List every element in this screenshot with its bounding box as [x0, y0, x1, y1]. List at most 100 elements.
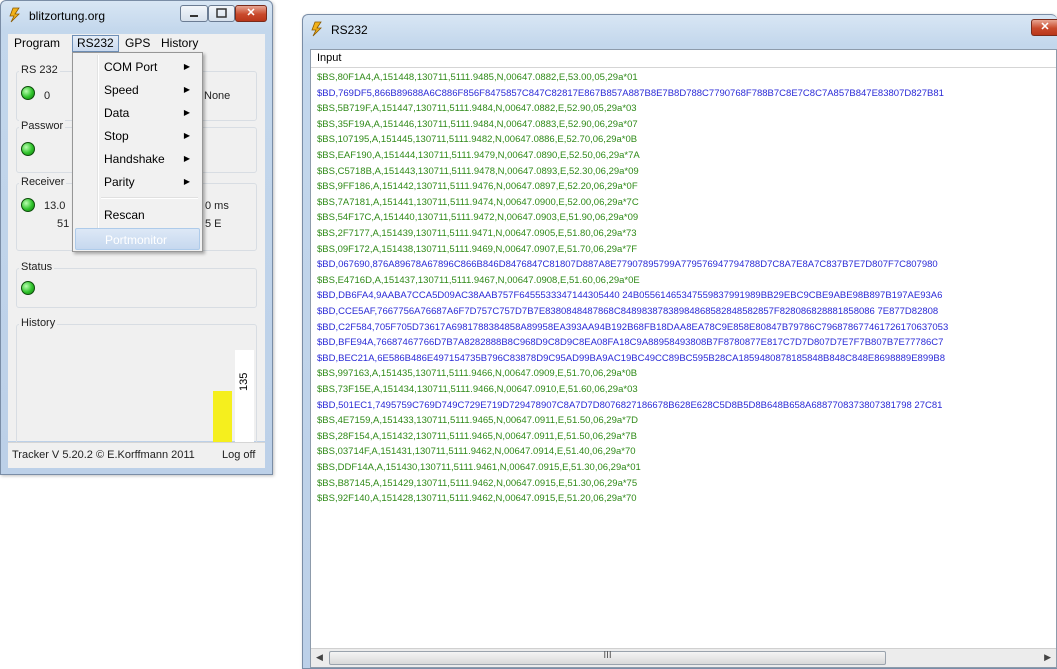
- lightning-app-icon: [311, 21, 322, 37]
- menu-item-label: Speed: [104, 83, 139, 97]
- input-lines-list[interactable]: $BS,80F1A4,A,151448,130711,5111.9485,N,0…: [311, 69, 1056, 647]
- menu-item-com-port[interactable]: COM Port ▶: [75, 56, 200, 78]
- monitor-line: $BS,03714F,A,151431,130711,5111.9462,N,0…: [317, 446, 636, 458]
- menu-item-speed[interactable]: Speed ▶: [75, 79, 200, 101]
- monitor-line: $BS,9FF186,A,151442,130711,5111.9476,N,0…: [317, 181, 638, 193]
- monitor-line: $BS,35F19A,A,151446,130711,5111.9484,N,0…: [317, 118, 638, 130]
- password-group-label: Passwor: [19, 120, 66, 132]
- submenu-arrow-icon: ▶: [183, 154, 190, 163]
- minimize-button[interactable]: [180, 5, 208, 22]
- monitor-line: $BS,92F140,A,151428,130711,5111.9462,N,0…: [317, 493, 637, 505]
- close-button[interactable]: ✕: [1031, 19, 1057, 36]
- rs232-status-led: [21, 86, 35, 100]
- rs232-group-label: RS 232: [19, 64, 60, 76]
- maximize-button[interactable]: [208, 5, 235, 22]
- submenu-arrow-icon: ▶: [183, 85, 190, 94]
- logoff-button[interactable]: Log off: [222, 449, 255, 461]
- submenu-arrow-icon: ▶: [183, 62, 190, 71]
- menu-gps[interactable]: GPS: [121, 36, 154, 51]
- monitor-line: $BD,067690,876A89678A67896C866B846D84768…: [317, 259, 938, 271]
- monitor-line: $BD,DB6FA4,9AABA7CCA5D09AC38AAB757F64555…: [317, 290, 943, 302]
- status-group: Status: [16, 261, 257, 308]
- receiver-status-led: [21, 198, 35, 212]
- monitor-line: $BS,28F154,A,151432,130711,5111.9465,N,0…: [317, 430, 637, 442]
- monitor-line: $BS,80F1A4,A,151448,130711,5111.9485,N,0…: [317, 72, 638, 83]
- menu-item-portmonitor[interactable]: Portmonitor: [75, 228, 200, 250]
- monitor-line: $BS,DDF14A,A,151430,130711,5111.9461,N,0…: [317, 462, 641, 473]
- port-monitor-content: Input $BS,80F1A4,A,151448,130711,5111.94…: [310, 49, 1057, 668]
- menu-program[interactable]: Program: [10, 36, 64, 51]
- history-bar-background: [235, 350, 254, 452]
- monitor-line: $BD,BEC21A,6E586B486E497154735B796C83878…: [317, 352, 946, 364]
- monitor-line: $BD,C2F584,705F705D73617A6981788384858A8…: [317, 321, 949, 333]
- receiver-value-1: 13.0: [44, 200, 66, 212]
- history-bar-value: 135: [238, 372, 250, 391]
- menu-item-rescan[interactable]: Rescan: [75, 204, 200, 226]
- receiver-coord: 5 E: [205, 218, 222, 230]
- monitor-line: $BS,7A7181,A,151441,130711,5111.9474,N,0…: [317, 196, 639, 208]
- monitor-line: $BD,501EC1,7495759C769D749C729E719D72947…: [317, 399, 943, 411]
- receiver-value-2: 51: [57, 218, 70, 230]
- port-monitor-title: RS232: [331, 23, 368, 37]
- submenu-arrow-icon: ▶: [183, 131, 190, 140]
- receiver-time: 0 ms: [205, 200, 229, 212]
- port-monitor-titlebar[interactable]: RS232 ✕: [303, 15, 1057, 45]
- monitor-line: $BS,107195,A,151445,130711,5111.9482,N,0…: [317, 134, 638, 146]
- scroll-left-icon[interactable]: ◀: [316, 652, 323, 663]
- status-group-label: Status: [19, 261, 55, 273]
- monitor-line: $BS,09F172,A,151438,130711,5111.9469,N,0…: [317, 243, 638, 255]
- history-chart: 135: [25, 343, 254, 452]
- history-group: History 135: [16, 317, 257, 452]
- menu-item-stop[interactable]: Stop ▶: [75, 125, 200, 147]
- monitor-line: $BS,E4716D,A,151437,130711,5111.9467,N,0…: [317, 274, 640, 286]
- menu-item-label: COM Port: [104, 60, 158, 74]
- scrollbar-grip: III: [603, 650, 612, 661]
- lightning-app-icon: [9, 7, 20, 23]
- close-icon: ✕: [246, 7, 256, 19]
- status-bar: Tracker V 5.20.2 © E.Korffmann 2011 Log …: [8, 442, 265, 468]
- menu-item-data[interactable]: Data ▶: [75, 102, 200, 124]
- rs232-mode: None: [204, 90, 231, 102]
- history-group-label: History: [19, 317, 58, 329]
- main-titlebar[interactable]: blitzortung.org ✕: [1, 1, 272, 31]
- status-led: [21, 281, 35, 295]
- monitor-line: $BS,C5718B,A,151443,130711,5111.9478,N,0…: [317, 165, 639, 177]
- monitor-line: $BS,2F7177,A,151439,130711,5111.9471,N,0…: [317, 228, 637, 239]
- menu-item-parity[interactable]: Parity ▶: [75, 171, 200, 193]
- menu-item-label: Rescan: [104, 208, 145, 222]
- menu-item-label: Data: [104, 106, 130, 120]
- monitor-line: $BS,B87145,A,151429,130711,5111.9462,N,0…: [317, 477, 638, 489]
- monitor-line: $BS,73F15E,A,151434,130711,5111.9466,N,0…: [317, 384, 638, 395]
- menu-rs232[interactable]: RS232: [72, 35, 119, 52]
- receiver-group-label: Receiver: [19, 176, 67, 188]
- close-button[interactable]: ✕: [235, 5, 267, 22]
- monitor-line: $BD,769DF5,866B89688A6C886F856F8475857C8…: [317, 87, 944, 99]
- monitor-line: $BS,5B719F,A,151447,130711,5111.9484,N,0…: [317, 103, 637, 115]
- submenu-arrow-icon: ▶: [183, 177, 190, 186]
- input-column-header[interactable]: Input: [311, 50, 1056, 68]
- version-text: Tracker V 5.20.2 © E.Korffmann 2011: [12, 449, 195, 461]
- monitor-line: $BS,997163,A,151435,130711,5111.9466,N,0…: [317, 368, 638, 380]
- menu-item-label: Handshake: [104, 152, 165, 166]
- menu-history[interactable]: History: [157, 36, 202, 51]
- monitor-line: $BS,EAF190,A,151444,130711,5111.9479,N,0…: [317, 150, 640, 161]
- horizontal-scrollbar[interactable]: ◀ III ▶: [311, 648, 1056, 667]
- close-icon: ✕: [1040, 21, 1050, 33]
- menu-bar: Program RS232 GPS History: [8, 34, 265, 53]
- rs232-value: 0: [44, 90, 51, 102]
- port-monitor-window: RS232 ✕ Input $BS,80F1A4,A,151448,130711…: [302, 14, 1057, 669]
- monitor-line: $BD,BFE94A,76687467766D7B7A8282888B8C968…: [317, 337, 944, 349]
- monitor-line: $BS,4E7159,A,151433,130711,5111.9465,N,0…: [317, 415, 638, 427]
- input-header-label: Input: [317, 52, 342, 64]
- scrollbar-thumb[interactable]: III: [329, 650, 886, 665]
- menu-item-label: Portmonitor: [105, 233, 168, 247]
- scroll-right-icon[interactable]: ▶: [1044, 652, 1051, 663]
- maximize-icon: [216, 8, 227, 18]
- submenu-arrow-icon: ▶: [183, 108, 190, 117]
- main-window-title: blitzortung.org: [29, 9, 106, 23]
- menu-item-label: Parity: [104, 175, 135, 189]
- monitor-line: $BS,54F17C,A,151440,130711,5111.9472,N,0…: [317, 212, 639, 224]
- password-status-led: [21, 142, 35, 156]
- menu-item-handshake[interactable]: Handshake ▶: [75, 148, 200, 170]
- monitor-line: $BD,CCE5AF,7667756A76687A6F7D757C757D7B7…: [317, 306, 939, 317]
